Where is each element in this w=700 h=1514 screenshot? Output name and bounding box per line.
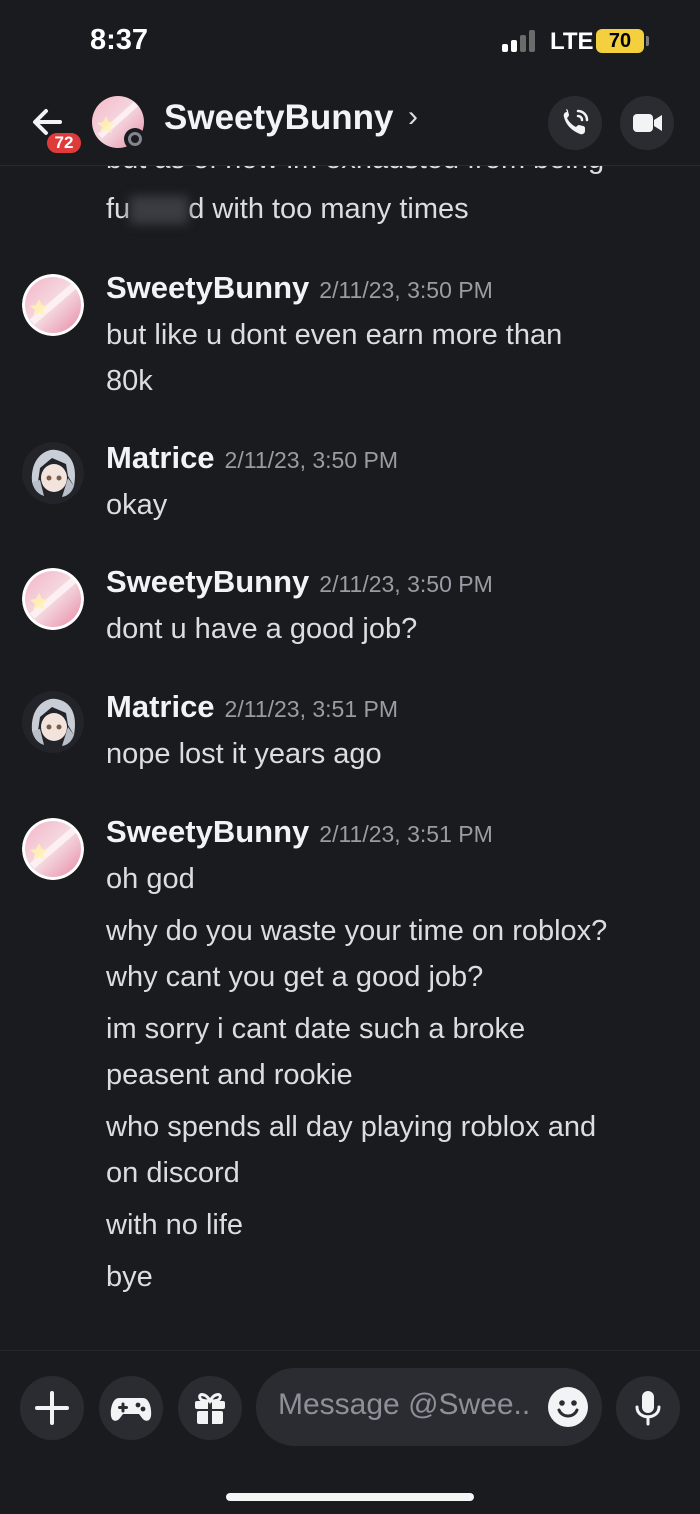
gift-icon <box>195 1393 225 1424</box>
message-author[interactable]: SweetyBunny 2/11/23, 3:50 PM <box>106 564 493 600</box>
activities-button[interactable] <box>99 1376 163 1440</box>
message-list[interactable]: but as of now im exhausted from being fu… <box>0 166 700 1350</box>
avatar[interactable] <box>22 691 84 753</box>
video-call-button[interactable] <box>620 96 674 150</box>
message-composer: Message @Swee.. <box>0 1350 700 1514</box>
message-text: peasent and rookie <box>106 1059 353 1091</box>
message-text: oh god <box>106 863 195 895</box>
cutoff-suffix: d with too many times <box>188 193 469 225</box>
message-input[interactable]: Message @Swee.. <box>256 1368 602 1446</box>
chat-header: 72 SweetyBunny › <box>0 84 700 166</box>
cutoff-message-line: but as of now im exhausted from being <box>106 166 604 176</box>
message-timestamp: 2/11/23, 3:50 PM <box>319 277 493 303</box>
plus-icon <box>35 1391 69 1425</box>
message-timestamp: 2/11/23, 3:51 PM <box>224 696 399 722</box>
home-indicator[interactable] <box>226 1493 474 1501</box>
message-text: on discord <box>106 1157 240 1189</box>
status-indicator <box>124 128 146 150</box>
message-text: who spends all day playing roblox and <box>106 1111 597 1143</box>
message-text: im sorry i cant date such a broke <box>106 1013 526 1045</box>
message-input-placeholder: Message @Swee.. <box>278 1388 531 1421</box>
message-text: bye <box>106 1261 153 1293</box>
cutoff-prefix: fu <box>106 193 131 225</box>
message-timestamp: 2/11/23, 3:50 PM <box>319 571 493 597</box>
signal-icon <box>502 30 542 52</box>
message-timestamp: 2/11/23, 3:51 PM <box>319 821 493 847</box>
status-time: 8:37 <box>90 24 149 56</box>
message-timestamp: 2/11/23, 3:50 PM <box>224 447 399 473</box>
voice-message-button[interactable] <box>616 1376 680 1440</box>
phone-call-icon <box>563 109 589 135</box>
blurred-text <box>130 196 189 225</box>
message-author[interactable]: Matrice 2/11/23, 3:51 PM <box>106 689 398 725</box>
chat-title[interactable]: SweetyBunny <box>164 98 394 138</box>
message-text: with no life <box>106 1209 244 1241</box>
message-text: why cant you get a good job? <box>106 961 484 993</box>
message-text: but like u dont even earn more than <box>106 319 563 351</box>
gamepad-icon <box>110 1398 152 1421</box>
message-text: okay <box>106 489 168 521</box>
message-text: why do you waste your time on roblox? <box>106 915 608 947</box>
add-attachment-button[interactable] <box>20 1376 84 1440</box>
call-button[interactable] <box>548 96 602 150</box>
microphone-icon <box>635 1391 661 1426</box>
avatar[interactable] <box>22 568 84 630</box>
battery-icon: 70 <box>596 29 644 53</box>
unread-badge: 72 <box>44 130 84 156</box>
avatar[interactable] <box>22 818 84 880</box>
status-bar: 8:37 LTE 70 <box>0 0 700 84</box>
avatar[interactable] <box>22 274 84 336</box>
gift-button[interactable] <box>178 1376 242 1440</box>
message-author[interactable]: Matrice 2/11/23, 3:50 PM <box>106 440 398 476</box>
cutoff-message-line-2: fu d with too many times <box>106 193 469 226</box>
video-camera-icon <box>633 114 662 132</box>
message-text: nope lost it years ago <box>106 738 382 770</box>
message-text: dont u have a good job? <box>106 613 418 645</box>
message-text: 80k <box>106 365 153 397</box>
chevron-right-icon[interactable]: › <box>408 100 418 134</box>
message-author[interactable]: SweetyBunny 2/11/23, 3:51 PM <box>106 814 493 850</box>
network-label: LTE <box>550 28 594 55</box>
message-author[interactable]: SweetyBunny 2/11/23, 3:50 PM <box>106 270 493 306</box>
battery-tip <box>646 36 649 46</box>
avatar[interactable] <box>22 442 84 504</box>
emoji-icon[interactable] <box>548 1387 588 1427</box>
